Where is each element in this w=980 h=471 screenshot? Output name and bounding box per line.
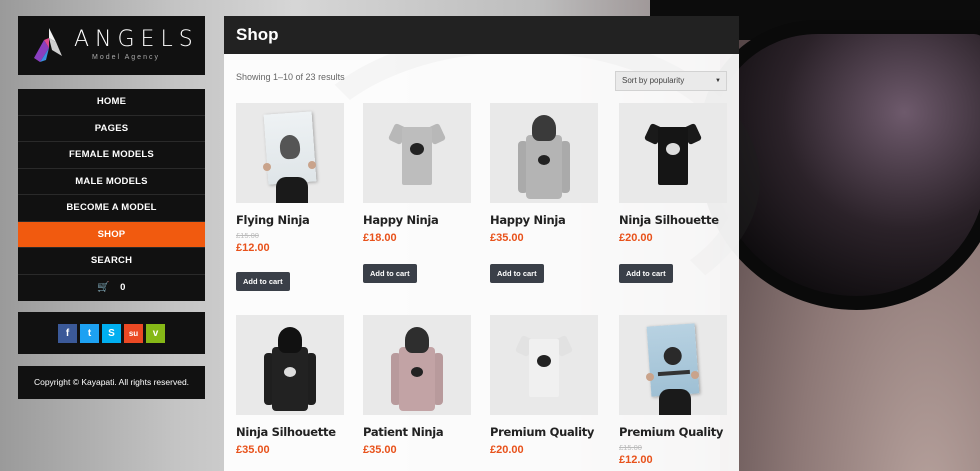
copyright-notice: Copyright © Kayapati. All rights reserve…: [18, 366, 205, 399]
poster-icon: [646, 323, 700, 397]
product-image[interactable]: [490, 315, 598, 415]
product-price: £12.00: [236, 242, 270, 254]
brand-name: Angels: [74, 27, 199, 52]
chevron-down-icon: ▼: [715, 78, 721, 84]
product-card: Ninja Silhouette £20.00 Add to cart: [619, 103, 729, 283]
product-price: £35.00: [490, 232, 524, 244]
product-old-price: £15.00: [236, 231, 259, 240]
tshirt-icon: [643, 121, 703, 185]
add-to-cart-button[interactable]: Add to cart: [236, 272, 290, 291]
hand-shape: [308, 161, 316, 169]
product-name[interactable]: Happy Ninja: [490, 213, 600, 227]
menu-item-female-models[interactable]: FEMALE MODELS: [18, 142, 205, 169]
hand-shape: [263, 163, 271, 171]
product-image[interactable]: [363, 315, 471, 415]
page-header: Shop: [224, 16, 739, 54]
product-name[interactable]: Ninja Silhouette: [236, 425, 346, 439]
product-name[interactable]: Happy Ninja: [363, 213, 473, 227]
menu-item-become-a-model[interactable]: BECOME A MODEL: [18, 195, 205, 222]
product-image[interactable]: [363, 103, 471, 203]
product-price: £35.00: [363, 444, 397, 456]
tshirt-icon: [387, 121, 447, 185]
skype-icon[interactable]: S: [102, 323, 121, 343]
menu-item-pages[interactable]: PAGES: [18, 116, 205, 142]
menu-item-search[interactable]: SEARCH: [18, 248, 205, 275]
hoodie-icon: [391, 327, 443, 411]
product-card: Flying Ninja £15.00 £12.00 Add to cart: [236, 103, 346, 291]
product-price: £20.00: [619, 232, 653, 244]
product-image[interactable]: [490, 103, 598, 203]
add-to-cart-button[interactable]: Add to cart: [490, 264, 544, 283]
product-name[interactable]: Premium Quality: [490, 425, 600, 439]
product-card: Happy Ninja £18.00 Add to cart: [363, 103, 473, 283]
shop-content: Showing 1–10 of 23 results Sort by popul…: [224, 54, 739, 471]
product-image[interactable]: [619, 103, 727, 203]
cart-icon: 🛒: [97, 281, 111, 293]
product-name[interactable]: Flying Ninja: [236, 213, 346, 227]
logo[interactable]: Angels Model Agency: [18, 16, 205, 75]
product-card: Patient Ninja £35.00: [363, 315, 473, 456]
sidebar-menu: HOME PAGES FEMALE MODELS MALE MODELS BEC…: [18, 89, 205, 301]
sort-select[interactable]: Sort by popularity ▼: [615, 71, 727, 91]
brand-tagline: Model Agency: [92, 54, 160, 61]
menu-item-male-models[interactable]: MALE MODELS: [18, 169, 205, 195]
product-name[interactable]: Ninja Silhouette: [619, 213, 729, 227]
product-price: £20.00: [490, 444, 524, 456]
model-figure: [659, 389, 691, 415]
product-price: £18.00: [363, 232, 397, 244]
page-title: Shop: [236, 25, 279, 44]
hand-shape: [646, 373, 654, 381]
product-card: Happy Ninja £35.00 Add to cart: [490, 103, 600, 283]
product-image[interactable]: [619, 315, 727, 415]
model-figure: [276, 177, 308, 203]
product-image[interactable]: [236, 103, 344, 203]
product-price: £12.00: [619, 454, 653, 466]
cart-count: 0: [120, 281, 126, 293]
menu-item-shop[interactable]: SHOP: [18, 221, 205, 248]
product-card: Ninja Silhouette £35.00: [236, 315, 346, 456]
tshirt-icon: [514, 333, 574, 397]
stumbleupon-icon[interactable]: su: [124, 323, 143, 343]
result-count: Showing 1–10 of 23 results: [236, 72, 345, 82]
hand-shape: [691, 371, 699, 379]
product-price: £35.00: [236, 444, 270, 456]
product-name[interactable]: Patient Ninja: [363, 425, 473, 439]
vimeo-icon[interactable]: v: [146, 323, 165, 343]
add-to-cart-button[interactable]: Add to cart: [619, 264, 673, 283]
add-to-cart-button[interactable]: Add to cart: [363, 264, 417, 283]
social-links: f t S su v: [18, 312, 205, 354]
menu-item-cart[interactable]: 🛒 0: [18, 275, 205, 302]
facebook-icon[interactable]: f: [58, 323, 77, 343]
sort-select-value: Sort by popularity: [622, 76, 685, 85]
product-card: Premium Quality £15.00 £12.00: [619, 315, 729, 466]
hoodie-icon: [518, 115, 570, 199]
product-image[interactable]: [236, 315, 344, 415]
product-card: Premium Quality £20.00: [490, 315, 600, 456]
menu-item-home[interactable]: HOME: [18, 89, 205, 116]
poster-icon: [263, 111, 317, 185]
hoodie-icon: [264, 327, 316, 411]
product-old-price: £15.00: [619, 443, 642, 452]
product-name[interactable]: Premium Quality: [619, 425, 729, 439]
twitter-icon[interactable]: t: [80, 323, 99, 343]
angels-logo-icon: [34, 28, 62, 62]
